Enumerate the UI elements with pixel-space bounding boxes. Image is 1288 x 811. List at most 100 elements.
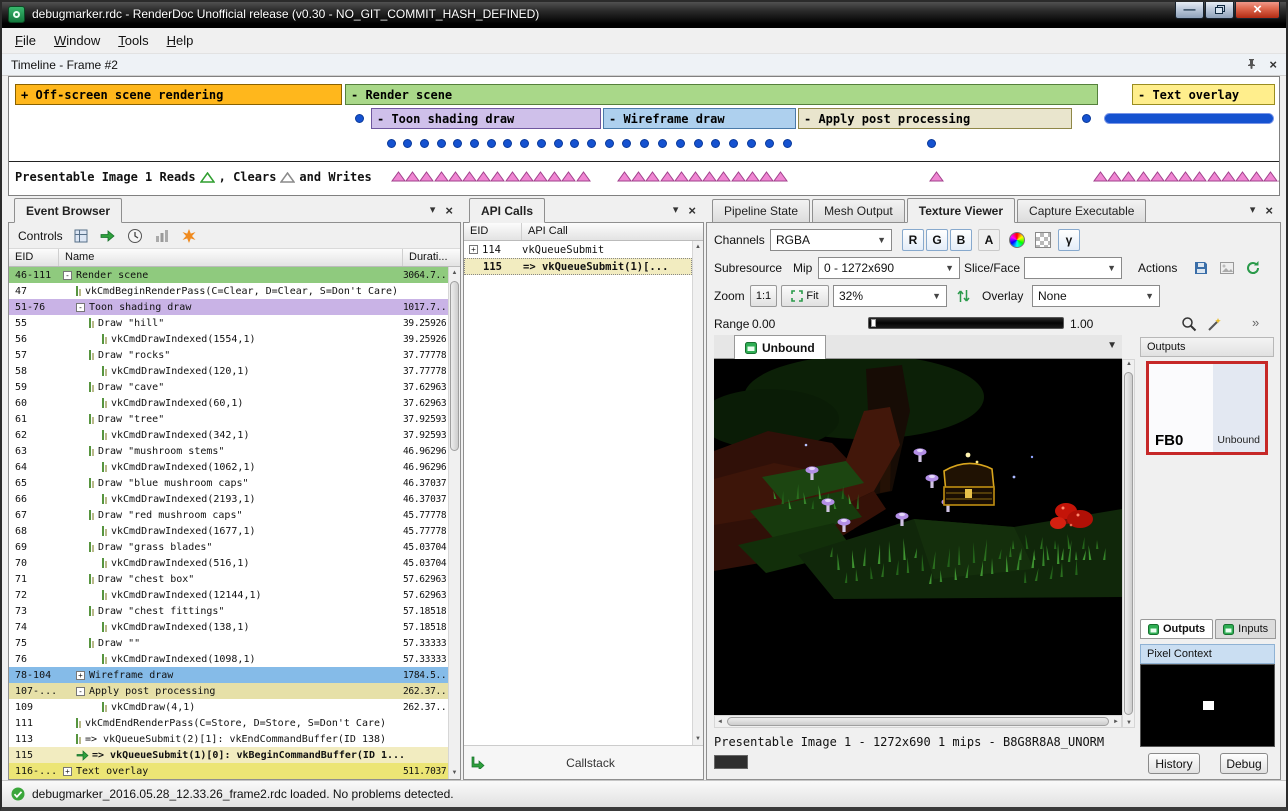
scroll-up-icon[interactable]: ▲ (1126, 361, 1132, 367)
collapse-icon[interactable]: - (76, 303, 85, 312)
panel-close-icon[interactable]: × (688, 203, 696, 218)
panel-menu-icon[interactable]: ▾ (430, 203, 436, 218)
channel-a-button[interactable]: A (978, 229, 1000, 251)
autofit-wand-icon[interactable] (1204, 313, 1226, 335)
texture-tab-unbound[interactable]: Unbound (734, 335, 826, 359)
zoom-input[interactable]: 32%▼ (833, 285, 947, 307)
tab-event-browser[interactable]: Event Browser (14, 198, 122, 223)
tab-api-calls[interactable]: API Calls (469, 198, 545, 223)
event-row[interactable]: 59Draw "cave"37.62963 (9, 379, 448, 395)
scroll-down-icon[interactable]: ▼ (449, 767, 460, 779)
event-row[interactable]: 111vkCmdEndRenderPass(C=Store, D=Store, … (9, 715, 448, 731)
timeline-marker-wireframe[interactable]: - Wireframe draw (603, 108, 796, 129)
tab-mesh-output[interactable]: Mesh Output (812, 199, 905, 222)
time-draws-clock-icon[interactable] (126, 227, 144, 245)
draw-event-dot[interactable] (503, 139, 512, 148)
event-row[interactable]: 74vkCmdDrawIndexed(138,1)57.18518 (9, 619, 448, 635)
draw-event-dot[interactable] (694, 139, 703, 148)
open-texture-list-icon[interactable] (1216, 257, 1238, 279)
collapse-icon[interactable]: - (63, 271, 72, 280)
collapse-icon[interactable]: - (76, 687, 85, 696)
debug-button[interactable]: Debug (1220, 753, 1268, 774)
tab-texture-viewer[interactable]: Texture Viewer (907, 198, 1015, 223)
event-row[interactable]: 76vkCmdDrawIndexed(1098,1)57.33333 (9, 651, 448, 667)
draw-event-dot[interactable] (658, 139, 667, 148)
event-row[interactable]: 58vkCmdDrawIndexed(120,1)37.77778 (9, 363, 448, 379)
draw-event-dot[interactable] (570, 139, 579, 148)
scroll-left-icon[interactable]: ◄ (717, 719, 723, 725)
draw-event-dot[interactable] (470, 139, 479, 148)
menu-item-help[interactable]: Help (158, 30, 203, 51)
menu-item-tools[interactable]: Tools (109, 30, 157, 51)
texture-list-dropdown-icon[interactable]: ▼ (1107, 340, 1117, 351)
draw-event-dot[interactable] (387, 139, 396, 148)
draw-event-dot[interactable] (453, 139, 462, 148)
scroll-down-icon[interactable]: ▼ (693, 733, 703, 745)
texture-viewport[interactable] (714, 359, 1122, 715)
draw-event-dot[interactable] (622, 139, 631, 148)
draw-event-dot[interactable] (765, 139, 774, 148)
expand-icon[interactable]: + (76, 671, 85, 680)
draw-event-dot[interactable] (403, 139, 412, 148)
column-eid[interactable]: EID (464, 223, 522, 240)
api-call-row[interactable]: 115=> vkQueueSubmit(1)[... (464, 258, 692, 275)
channel-g-button[interactable]: G (926, 229, 948, 251)
timeline-marker-text-overlay[interactable]: - Text overlay (1132, 84, 1275, 105)
event-row[interactable]: 61Draw "tree"37.92593 (9, 411, 448, 427)
api-calls-scrollbar[interactable]: ▲ ▼ (692, 241, 703, 745)
channel-r-button[interactable]: R (902, 229, 924, 251)
event-row[interactable]: 47vkCmdBeginRenderPass(C=Clear, D=Clear,… (9, 283, 448, 299)
viewport-vscrollbar[interactable]: ▲ ▼ (1122, 359, 1135, 728)
panel-menu-icon[interactable]: ▾ (673, 203, 679, 218)
refresh-icon[interactable] (1242, 257, 1264, 279)
draw-event-dot[interactable] (520, 139, 529, 148)
zoom-1to1-button[interactable]: 1:1 (750, 285, 777, 307)
panel-menu-icon[interactable]: ▾ (1250, 203, 1256, 218)
pin-icon[interactable] (1246, 58, 1257, 72)
event-row[interactable]: 109vkCmdDraw(4,1)262.37... (9, 699, 448, 715)
bookmark-icon[interactable] (72, 227, 90, 245)
expand-icon[interactable]: + (63, 767, 72, 776)
stats-icon[interactable] (153, 227, 171, 245)
draw-event-dot[interactable] (640, 139, 649, 148)
event-row[interactable]: 67Draw "red mushroom caps"45.77778 (9, 507, 448, 523)
close-button[interactable]: × (1235, 0, 1280, 19)
timeline-close-icon[interactable]: × (1269, 57, 1277, 72)
draw-event-dot[interactable] (676, 139, 685, 148)
draw-event-dot[interactable] (729, 139, 738, 148)
scrollbar-thumb[interactable] (1124, 372, 1133, 715)
tab-inputs[interactable]: Inputs (1215, 619, 1276, 639)
column-duration[interactable]: Durati... (403, 249, 460, 266)
event-row[interactable]: 63Draw "mushroom stems"46.96296 (9, 443, 448, 459)
event-row[interactable]: 46-111-Render scene3064.7... (9, 267, 448, 283)
draw-event-dot[interactable] (554, 139, 563, 148)
scroll-up-icon[interactable]: ▲ (693, 241, 703, 253)
event-row[interactable]: 66vkCmdDrawIndexed(2193,1)46.37037 (9, 491, 448, 507)
column-api-call[interactable]: API Call (522, 223, 703, 240)
tab-pipeline-state[interactable]: Pipeline State (712, 199, 810, 222)
range-slider-thumb[interactable] (871, 319, 876, 327)
draw-event-dot[interactable] (927, 139, 936, 148)
timeline-marker-toon-shading[interactable]: - Toon shading draw (371, 108, 601, 129)
draw-event-dot[interactable] (537, 139, 546, 148)
channels-select[interactable]: RGBA▼ (770, 229, 892, 251)
event-row[interactable]: 51-76-Toon shading draw1017.7... (9, 299, 448, 315)
timeline-marker-post-processing[interactable]: - Apply post processing (798, 108, 1072, 129)
channel-b-button[interactable]: B (950, 229, 972, 251)
mip-select[interactable]: 0 - 1272x690▼ (818, 257, 960, 279)
callstack-goto-icon[interactable] (471, 756, 485, 769)
draw-event-dot[interactable] (783, 139, 792, 148)
draw-event-dot[interactable] (487, 139, 496, 148)
goto-eid-icon[interactable] (99, 227, 117, 245)
event-row[interactable]: 116-...+Text overlay511.7037 (9, 763, 448, 779)
draw-event-dot[interactable] (747, 139, 756, 148)
event-row[interactable]: 64vkCmdDrawIndexed(1062,1)46.96296 (9, 459, 448, 475)
slice-face-select[interactable]: ▼ (1024, 257, 1122, 279)
timeline-canvas[interactable]: + Off-screen scene rendering - Render sc… (8, 76, 1280, 196)
output-fb0-thumbnail[interactable]: FB0 Unbound (1146, 361, 1268, 455)
draw-event-dot[interactable] (355, 114, 364, 123)
draw-event-dot[interactable] (420, 139, 429, 148)
panel-close-icon[interactable]: × (1265, 203, 1273, 218)
menu-item-file[interactable]: File (6, 30, 45, 51)
column-eid[interactable]: EID (9, 249, 59, 266)
